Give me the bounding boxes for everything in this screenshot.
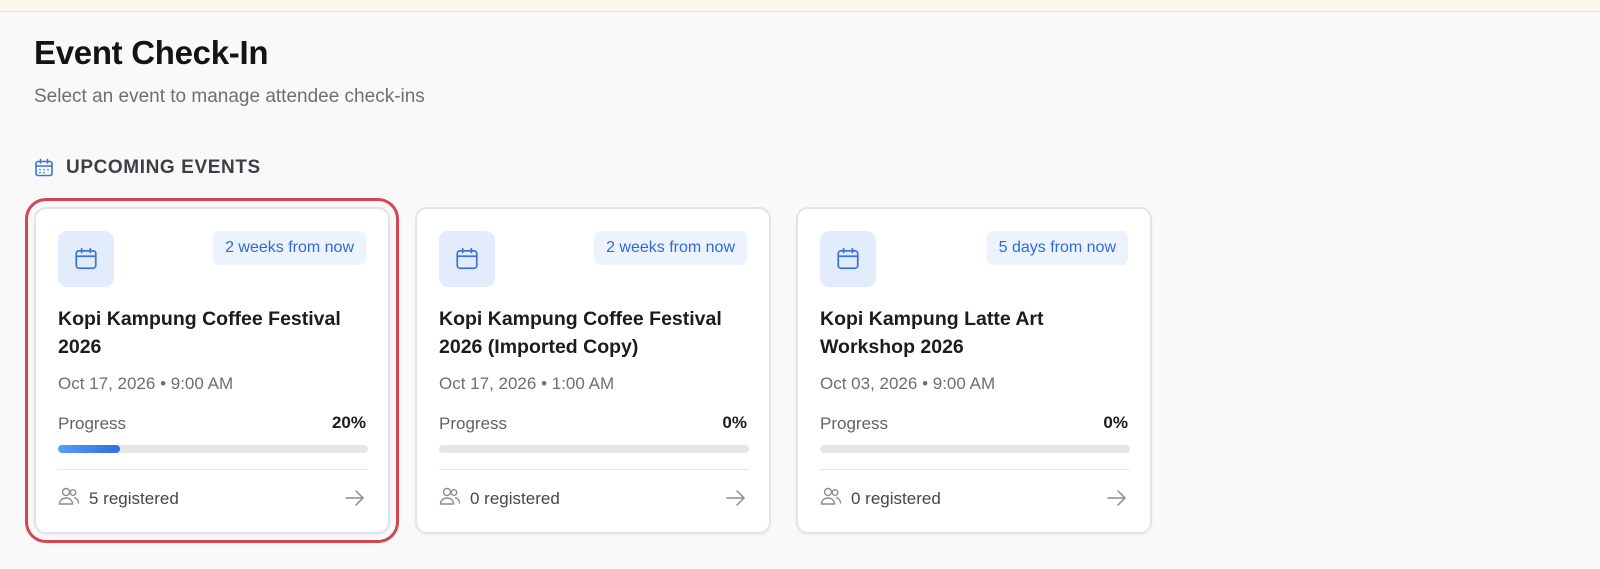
- progress-percent: 20%: [331, 413, 366, 432]
- calendar-icon: [820, 231, 876, 287]
- arrow-right-icon[interactable]: [725, 489, 747, 512]
- progress-percent: 0%: [1103, 413, 1128, 432]
- relative-date-badge: 2 weeks from now: [594, 231, 747, 265]
- registered-text: 5 registered: [89, 488, 179, 508]
- arrow-right-icon[interactable]: [1106, 489, 1128, 512]
- event-card[interactable]: 2 weeks from now Kopi Kampung Coffee Fes…: [25, 198, 399, 543]
- card-divider: [820, 469, 1130, 470]
- users-icon: [820, 486, 842, 511]
- registered-count: 0 registered: [820, 486, 941, 511]
- event-datetime: Oct 17, 2026 • 1:00 AM: [439, 374, 615, 393]
- progress-label: Progress: [58, 414, 127, 433]
- arrow-right-icon[interactable]: [344, 489, 366, 512]
- page-subtitle: Select an event to manage attendee check…: [34, 86, 425, 107]
- relative-date-badge: 5 days from now: [986, 231, 1128, 265]
- event-card[interactable]: 5 days from now Kopi Kampung Latte Art W…: [796, 207, 1152, 534]
- registered-count: 0 registered: [439, 486, 560, 511]
- relative-date-badge: 2 weeks from now: [213, 231, 366, 265]
- users-icon: [58, 486, 80, 511]
- registered-count: 5 registered: [58, 486, 179, 511]
- calendar-icon: [34, 158, 54, 178]
- section-title: UPCOMING EVENTS: [66, 157, 261, 178]
- progress-bar: [820, 445, 1130, 453]
- progress-bar: [439, 445, 749, 453]
- progress-bar: [58, 445, 368, 453]
- progress-label: Progress: [820, 414, 889, 433]
- event-title: Kopi Kampung Coffee Festival 2026 (Impor…: [439, 308, 722, 358]
- event-title: Kopi Kampung Latte Art Workshop 2026: [820, 308, 1044, 358]
- card-divider: [439, 469, 749, 470]
- top-notice-strip: [0, 0, 1600, 12]
- event-card[interactable]: 2 weeks from now Kopi Kampung Coffee Fes…: [415, 207, 771, 534]
- progress-percent: 0%: [722, 413, 747, 432]
- section-header: UPCOMING EVENTS: [34, 157, 261, 179]
- registered-text: 0 registered: [851, 488, 941, 508]
- event-title: Kopi Kampung Coffee Festival 2026: [58, 308, 341, 358]
- event-datetime: Oct 17, 2026 • 9:00 AM: [58, 374, 234, 393]
- page-title: Event Check-In: [34, 34, 269, 71]
- event-datetime: Oct 03, 2026 • 9:00 AM: [820, 374, 996, 393]
- progress-label: Progress: [439, 414, 508, 433]
- card-divider: [58, 469, 368, 470]
- registered-text: 0 registered: [470, 488, 560, 508]
- users-icon: [439, 486, 461, 511]
- progress-bar-fill: [58, 445, 120, 453]
- calendar-icon: [439, 231, 495, 287]
- calendar-icon: [58, 231, 114, 287]
